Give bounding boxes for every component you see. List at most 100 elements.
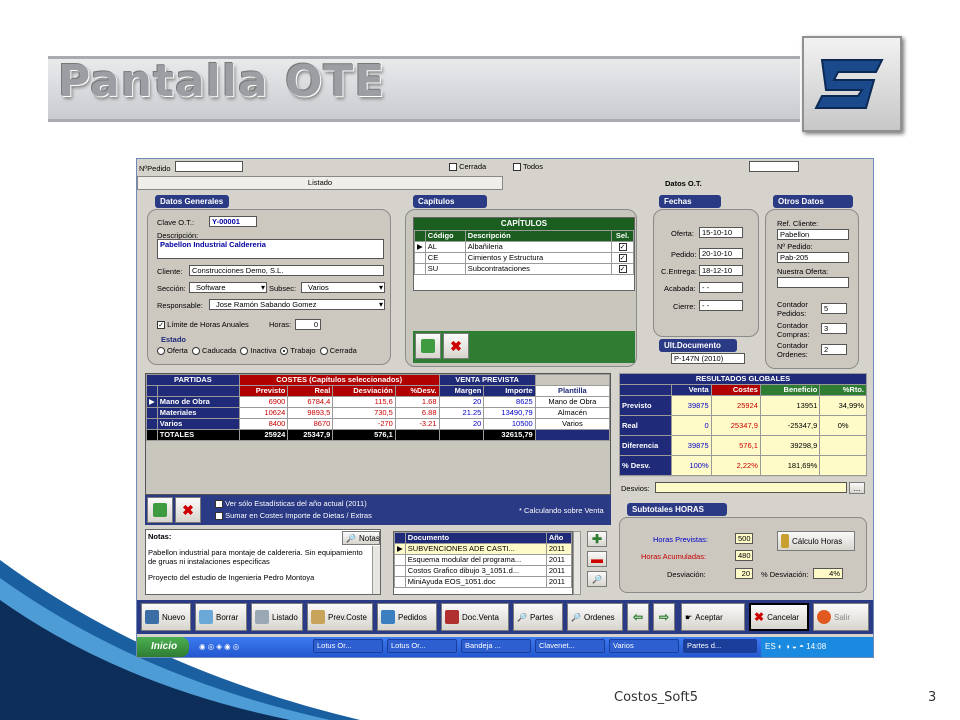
contador-compras-field[interactable]: 3 xyxy=(821,323,847,334)
documento-remove-button[interactable]: ▬ xyxy=(587,551,607,567)
cancelar-button[interactable]: ✖ Cancelar xyxy=(749,603,809,631)
taskbar-item[interactable]: Varios xyxy=(609,639,679,653)
taskbar-item-active[interactable]: Partes d... xyxy=(683,639,757,653)
partidas-grid: PARTIDAS COSTES (Capítulos seleccionados… xyxy=(145,373,611,495)
documento-search-button[interactable]: 🔎 xyxy=(587,571,607,587)
capitulo-sel-checkbox[interactable]: ✓ xyxy=(611,263,634,275)
start-button[interactable]: Inicio xyxy=(137,637,189,657)
clock[interactable]: 14:08 xyxy=(806,642,826,651)
documento-row[interactable]: Costos Grafico dibujo 3_1051.d... 2011 xyxy=(394,565,572,577)
listado-button[interactable]: Listado xyxy=(251,603,303,631)
estado-cerrada-radio[interactable]: Cerrada xyxy=(319,346,357,356)
ordenes-button[interactable]: 🔎 Ordenes xyxy=(567,603,623,631)
prev-coste-button[interactable]: Prev.Coste xyxy=(307,603,373,631)
borrar-button[interactable]: Borrar xyxy=(195,603,247,631)
top-right-field[interactable] xyxy=(749,161,799,172)
capitulo-delete-button[interactable]: ✖ xyxy=(443,333,469,359)
taskbar-item[interactable]: Clavenet... xyxy=(535,639,605,653)
capitulo-add-button[interactable] xyxy=(415,333,441,359)
nuestra-oferta-field[interactable] xyxy=(777,277,849,288)
subsec-select[interactable]: Varios xyxy=(301,282,385,293)
fecha-pedido-field[interactable]: 20-10-10 xyxy=(699,248,743,259)
cliente-label: Cliente: xyxy=(157,267,183,276)
capitulo-row[interactable]: CE Cimientos y Estructura ✓ xyxy=(414,252,634,264)
cerrada-filter[interactable]: Cerrada xyxy=(449,162,486,172)
taskbar-item[interactable]: Lotus Or... xyxy=(387,639,457,653)
seccion-select[interactable]: Software xyxy=(189,282,267,293)
notas-button[interactable]: 🔎 Notas xyxy=(342,531,380,545)
ref-cliente-field[interactable]: Pabellon xyxy=(777,229,849,240)
capitulo-sel-checkbox[interactable]: ✓ xyxy=(611,252,634,264)
quick-launch-icons[interactable]: ◉ ◎ ◈ ◉ ◎ xyxy=(199,642,239,651)
estado-radio-group: Oferta Caducada Inactiva Trabajo Cerrada xyxy=(157,346,357,356)
slide-page-number: 3 xyxy=(928,690,937,705)
estado-oferta-radio[interactable]: Oferta xyxy=(157,346,188,356)
fecha-acabada-field[interactable]: - - xyxy=(699,282,743,293)
documento-name: MiniAyuda EOS_1051.doc xyxy=(404,576,547,588)
fecha-oferta-field[interactable]: 15-10-10 xyxy=(699,227,743,238)
fecha-cierre-field[interactable]: - - xyxy=(699,300,743,311)
partida-row[interactable]: Materiales 10624 9893,5 730,5 6.88 21.25… xyxy=(146,407,611,419)
indicator-col-header xyxy=(146,385,158,397)
documento-row[interactable]: Esquema modular del programa... 2011 xyxy=(394,554,572,566)
next-record-button[interactable]: ⇨ xyxy=(653,603,675,631)
partida-plantilla[interactable]: Mano de Obra xyxy=(534,396,611,408)
desvios-field[interactable] xyxy=(655,482,847,493)
taskbar-item[interactable]: Bandeja ... xyxy=(461,639,531,653)
partida-add-button[interactable] xyxy=(147,497,173,523)
clave-field[interactable]: Y-00001 xyxy=(209,216,257,227)
partida-plantilla[interactable]: Almacén xyxy=(534,407,611,419)
aceptar-button[interactable]: ☛ Aceptar xyxy=(681,603,745,631)
desvios-browse-button[interactable]: ... xyxy=(849,482,865,494)
horas-field[interactable]: 0 xyxy=(295,319,321,330)
contador-pedidos-field[interactable]: 5 xyxy=(821,303,847,314)
new-document-icon xyxy=(145,610,159,624)
responsable-select[interactable]: Jose Ramón Sabando Gomez xyxy=(209,299,385,310)
partida-row[interactable]: Varios 8400 8670 -270 -3.21 20 10500 Var… xyxy=(146,418,611,430)
tab-listado[interactable]: Listado xyxy=(137,176,503,190)
ver-anio-actual-checkbox[interactable]: Ver sólo Estadísticas del año actual (20… xyxy=(215,499,367,509)
sumar-dietas-checkbox[interactable]: ✓ Sumar en Costes Importe de Dietas / Ex… xyxy=(215,511,372,521)
ult-documento-field[interactable]: P-147N (2010) xyxy=(671,353,745,364)
total-margen xyxy=(438,429,485,441)
todos-filter[interactable]: Todos xyxy=(513,162,543,172)
cliente-field[interactable]: Construcciones Demo, S.L. xyxy=(189,265,384,276)
salir-button[interactable]: Salir xyxy=(813,603,869,631)
resultados-row-name: Previsto xyxy=(619,395,672,416)
limite-horas-checkbox[interactable]: ✓ Límite de Horas Anuales xyxy=(157,320,249,330)
otros-datos-title: Otros Datos xyxy=(773,195,853,208)
capitulo-sel-checkbox[interactable]: ✓ xyxy=(611,241,634,253)
estado-inactiva-radio[interactable]: Inactiva xyxy=(240,346,276,356)
capitulo-row[interactable]: ▶ AL Albañileria ✓ xyxy=(414,241,634,253)
notas-text[interactable]: Pabellon industrial para montaje de cald… xyxy=(148,548,370,582)
documento-row[interactable]: ▶ SUBVENCIONES ADE CASTI... 2011 xyxy=(394,543,572,555)
partida-row[interactable]: ▶ Mano de Obra 6900 6784,4 115,6 1.68 20… xyxy=(146,396,611,408)
partida-plantilla[interactable]: Varios xyxy=(534,418,611,430)
num-pedido-field[interactable]: Pab-205 xyxy=(777,252,849,263)
estado-caducada-radio[interactable]: Caducada xyxy=(192,346,236,356)
exit-icon xyxy=(817,610,831,624)
previous-record-button[interactable]: ⇦ xyxy=(627,603,649,631)
pedido-filter-input[interactable] xyxy=(175,161,243,172)
fecha-entrega-field[interactable]: 18-12-10 xyxy=(699,265,743,276)
descripcion-field[interactable]: Pabellon Industrial Caldereria xyxy=(157,239,384,259)
delete-x-icon: ✖ xyxy=(182,501,194,518)
partes-button[interactable]: 🔎 Partes xyxy=(513,603,563,631)
tab-datos-ot[interactable]: Datos O.T. xyxy=(665,179,702,188)
capitulo-row[interactable]: SU Subcontrataciones ✓ xyxy=(414,263,634,275)
documento-row[interactable]: MiniAyuda EOS_1051.doc 2011 xyxy=(394,576,572,588)
documento-name: Esquema modular del programa... xyxy=(404,554,547,566)
doc-venta-button[interactable]: Doc.Venta xyxy=(441,603,509,631)
estado-trabajo-radio[interactable]: Trabajo xyxy=(280,346,316,356)
notas-scrollbar[interactable] xyxy=(372,546,380,594)
contador-ordenes-field[interactable]: 2 xyxy=(821,344,847,355)
language-indicator[interactable]: ES xyxy=(765,642,776,651)
tray-icons[interactable]: ◐ ◑ ◒ ◓ xyxy=(778,642,806,651)
calculo-horas-button[interactable]: Cálculo Horas xyxy=(777,531,855,551)
pedidos-button[interactable]: Pedidos xyxy=(377,603,437,631)
partida-delete-button[interactable]: ✖ xyxy=(175,497,201,523)
nuevo-button[interactable]: Nuevo xyxy=(141,603,191,631)
documentos-scrollbar[interactable] xyxy=(573,531,581,595)
taskbar-item[interactable]: Lotus Or... xyxy=(313,639,383,653)
documento-add-button[interactable]: ✚ xyxy=(587,531,607,547)
